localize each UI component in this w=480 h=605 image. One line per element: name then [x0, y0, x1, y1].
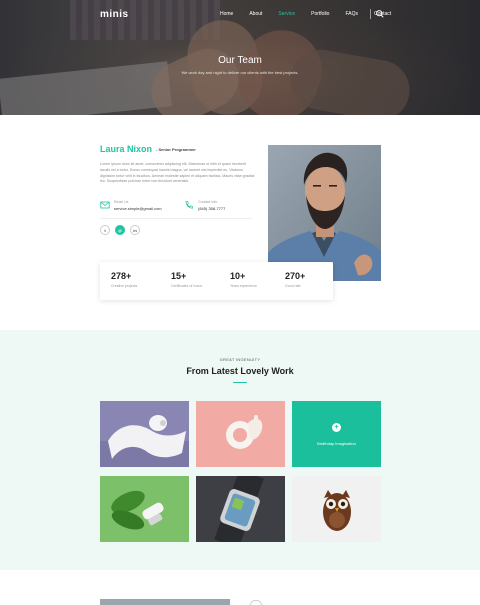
page-subtitle: We work day and night to deliver our cli…	[181, 70, 299, 75]
member-role: - Senior Programmer	[156, 147, 196, 152]
stats-card: 278+ Creative projects 15+ Certificates …	[100, 262, 333, 300]
top-nav: minis Home About Service Portfolio FAQs …	[0, 9, 480, 23]
stat-value: 15+	[171, 271, 187, 281]
phone-value[interactable]: (845) 358-7777	[198, 206, 225, 211]
dribbble-icon[interactable]: @	[115, 225, 125, 235]
stat-value: 278+	[111, 271, 132, 281]
member-name: Laura Nixon	[100, 144, 153, 154]
page-title: Our Team	[218, 55, 262, 66]
portfolio-tile[interactable]	[100, 476, 189, 542]
logo[interactable]: minis	[100, 9, 129, 20]
profile-divider	[100, 218, 252, 219]
search-icon[interactable]	[375, 9, 385, 19]
portfolio-tile[interactable]	[292, 476, 381, 542]
email-label: Email Us	[114, 200, 129, 204]
member-photo	[268, 145, 381, 281]
section-title: From Latest Lovely Work	[186, 366, 294, 376]
tile-caption: Birdthday Imagination	[317, 441, 356, 446]
stat-item: 15+ Certificates of honor	[171, 271, 202, 288]
hero-image-hand	[228, 19, 332, 115]
nav-divider	[370, 9, 371, 19]
portfolio-tile[interactable]	[196, 476, 285, 542]
stat-label: Years experience	[230, 284, 257, 288]
plus-icon[interactable]: +	[332, 423, 341, 432]
stat-label: Good rate	[285, 284, 301, 288]
nav-item-about[interactable]: About	[249, 11, 262, 17]
twitter-icon[interactable]: t	[100, 225, 110, 235]
portfolio-tile-active[interactable]	[292, 401, 381, 467]
stat-item: 278+ Creative projects	[111, 271, 137, 288]
stat-value: 10+	[230, 271, 246, 281]
stat-item: 270+ Good rate	[285, 271, 305, 288]
stat-item: 10+ Years experience	[230, 271, 257, 288]
portfolio-tile[interactable]	[100, 401, 189, 467]
next-section-image	[100, 599, 230, 605]
nav-item-service[interactable]: Service	[278, 11, 295, 17]
portfolio-tile[interactable]	[196, 401, 285, 467]
title-underline	[233, 382, 247, 383]
linkedin-icon[interactable]: in	[130, 225, 140, 235]
email-value[interactable]: service.simple@gmail.com	[114, 206, 162, 211]
phone-icon	[185, 201, 193, 209]
scroll-indicator	[250, 600, 262, 605]
phone-label: Contact Info	[198, 200, 218, 204]
nav-item-faqs[interactable]: FAQs	[345, 11, 358, 17]
stat-label: Creative projects	[111, 284, 138, 288]
nav-item-portfolio[interactable]: Portfolio	[311, 11, 329, 17]
member-bio: Lorem ipsum dolor sit amet, consectetur …	[100, 162, 255, 184]
stat-label: Certificates of honor	[171, 284, 203, 288]
envelope-icon	[100, 201, 110, 209]
nav-item-home[interactable]: Home	[220, 11, 233, 17]
hero-image-hand	[141, 38, 249, 115]
section-eyebrow: GREAT INGENUITY	[219, 357, 261, 362]
stat-value: 270+	[285, 271, 306, 281]
